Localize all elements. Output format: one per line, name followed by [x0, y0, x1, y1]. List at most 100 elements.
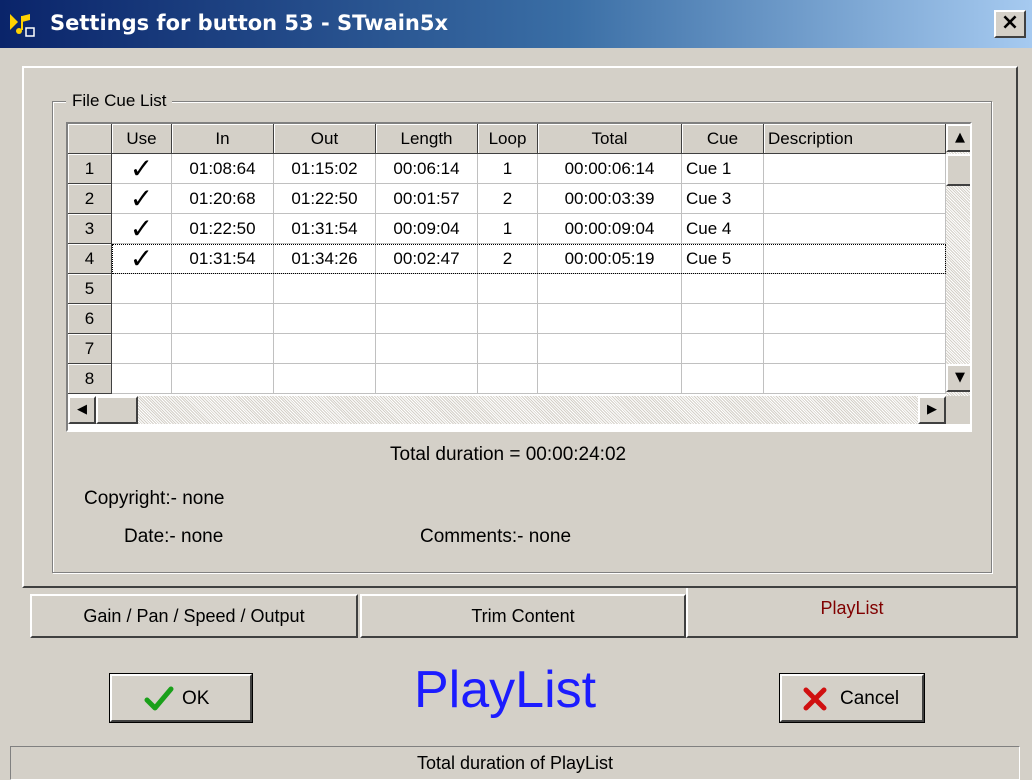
column-header-use[interactable]: Use [112, 124, 172, 154]
empty-cell[interactable] [274, 364, 376, 394]
cell-cue[interactable]: Cue 4 [682, 214, 764, 244]
scroll-left-button[interactable]: ◀ [68, 396, 96, 424]
empty-cell[interactable] [478, 274, 538, 304]
empty-cell[interactable] [764, 334, 946, 364]
tab-trim-content[interactable]: Trim Content [360, 594, 686, 638]
empty-cell[interactable] [764, 274, 946, 304]
empty-cell[interactable] [376, 334, 478, 364]
cell-description[interactable] [764, 214, 946, 244]
cell-description[interactable] [764, 184, 946, 214]
empty-cell[interactable] [376, 304, 478, 334]
use-checkmark-icon[interactable]: ✓ [112, 244, 172, 274]
empty-cell[interactable] [538, 274, 682, 304]
column-header-length[interactable]: Length [376, 124, 478, 154]
empty-cell[interactable] [682, 274, 764, 304]
close-button[interactable]: × [994, 10, 1026, 38]
row-header[interactable]: 8 [68, 364, 112, 394]
column-header-total[interactable]: Total [538, 124, 682, 154]
cell-total[interactable]: 00:00:09:04 [538, 214, 682, 244]
empty-cell[interactable] [478, 334, 538, 364]
cell-out[interactable]: 01:34:26 [274, 244, 376, 274]
ok-button[interactable]: OK [109, 673, 253, 723]
use-checkmark-icon[interactable]: ✓ [112, 214, 172, 244]
cell-in[interactable]: 01:20:68 [172, 184, 274, 214]
cell-cue[interactable]: Cue 3 [682, 184, 764, 214]
empty-cell[interactable] [764, 304, 946, 334]
row-header[interactable]: 1 [68, 154, 112, 184]
total-duration-label: Total duration = 00:00:24:02 [390, 444, 627, 465]
row-header[interactable]: 7 [68, 334, 112, 364]
cell-cue[interactable]: Cue 5 [682, 244, 764, 274]
cell-length[interactable]: 00:06:14 [376, 154, 478, 184]
horizontal-scroll-thumb[interactable] [96, 396, 138, 424]
empty-cell[interactable] [112, 334, 172, 364]
vertical-scroll-thumb[interactable] [946, 154, 970, 186]
empty-cell[interactable] [682, 364, 764, 394]
use-checkmark-icon[interactable]: ✓ [112, 184, 172, 214]
empty-cell[interactable] [172, 334, 274, 364]
cell-total[interactable]: 00:00:03:39 [538, 184, 682, 214]
scroll-right-button[interactable]: ▶ [918, 396, 946, 424]
cell-in[interactable]: 01:31:54 [172, 244, 274, 274]
empty-cell[interactable] [376, 364, 478, 394]
use-checkmark-icon[interactable]: ✓ [112, 154, 172, 184]
cell-length[interactable]: 00:01:57 [376, 184, 478, 214]
copyright-label: Copyright:- none [84, 488, 225, 509]
cell-length[interactable]: 00:09:04 [376, 214, 478, 244]
cell-loop[interactable]: 1 [478, 214, 538, 244]
row-header[interactable]: 5 [68, 274, 112, 304]
empty-cell[interactable] [478, 304, 538, 334]
cell-in[interactable]: 01:08:64 [172, 154, 274, 184]
scroll-up-button[interactable]: ▲ [946, 124, 970, 152]
cell-description[interactable] [764, 154, 946, 184]
cell-loop[interactable]: 1 [478, 154, 538, 184]
scroll-down-button[interactable]: ▼ [946, 364, 970, 392]
tab-playlist[interactable]: PlayList [686, 588, 1018, 638]
empty-cell[interactable] [274, 304, 376, 334]
row-header[interactable]: 2 [68, 184, 112, 214]
cell-out[interactable]: 01:31:54 [274, 214, 376, 244]
cell-length[interactable]: 00:02:47 [376, 244, 478, 274]
horizontal-scrollbar[interactable] [68, 396, 946, 424]
cancel-button[interactable]: Cancel [779, 673, 925, 723]
tab-gain-pan-speed-output[interactable]: Gain / Pan / Speed / Output [30, 594, 358, 638]
empty-cell[interactable] [538, 364, 682, 394]
empty-cell[interactable] [112, 274, 172, 304]
empty-cell[interactable] [172, 274, 274, 304]
cell-total[interactable]: 00:00:06:14 [538, 154, 682, 184]
cell-total[interactable]: 00:00:05:19 [538, 244, 682, 274]
row-header[interactable]: 6 [68, 304, 112, 334]
empty-cell[interactable] [172, 364, 274, 394]
row-header[interactable]: 4 [68, 244, 112, 274]
date-label: Date:- none [124, 526, 224, 547]
cell-loop[interactable]: 2 [478, 184, 538, 214]
empty-cell[interactable] [274, 274, 376, 304]
column-header-out[interactable]: Out [274, 124, 376, 154]
empty-cell[interactable] [682, 334, 764, 364]
cell-out[interactable]: 01:15:02 [274, 154, 376, 184]
empty-cell[interactable] [682, 304, 764, 334]
cell-description[interactable] [764, 244, 946, 274]
empty-cell[interactable] [764, 364, 946, 394]
scrollbar-corner [946, 396, 970, 424]
empty-cell[interactable] [172, 304, 274, 334]
empty-cell[interactable] [274, 334, 376, 364]
title-bar: Settings for button 53 - STwain5x × [0, 0, 1032, 48]
column-header-cue[interactable]: Cue [682, 124, 764, 154]
cue-list-grid[interactable]: Use In Out Length Loop Total Cue Description 1 2 3… [66, 122, 972, 432]
row-header[interactable]: 3 [68, 214, 112, 244]
cell-loop[interactable]: 2 [478, 244, 538, 274]
cell-in[interactable]: 01:22:50 [172, 214, 274, 244]
empty-cell[interactable] [112, 364, 172, 394]
empty-cell[interactable] [112, 304, 172, 334]
column-header-loop[interactable]: Loop [478, 124, 538, 154]
column-header-in[interactable]: In [172, 124, 274, 154]
column-header-description[interactable]: Description [764, 124, 946, 154]
cell-out[interactable]: 01:22:50 [274, 184, 376, 214]
x-icon [803, 687, 827, 711]
empty-cell[interactable] [538, 334, 682, 364]
empty-cell[interactable] [538, 304, 682, 334]
cell-cue[interactable]: Cue 1 [682, 154, 764, 184]
empty-cell[interactable] [376, 274, 478, 304]
empty-cell[interactable] [478, 364, 538, 394]
